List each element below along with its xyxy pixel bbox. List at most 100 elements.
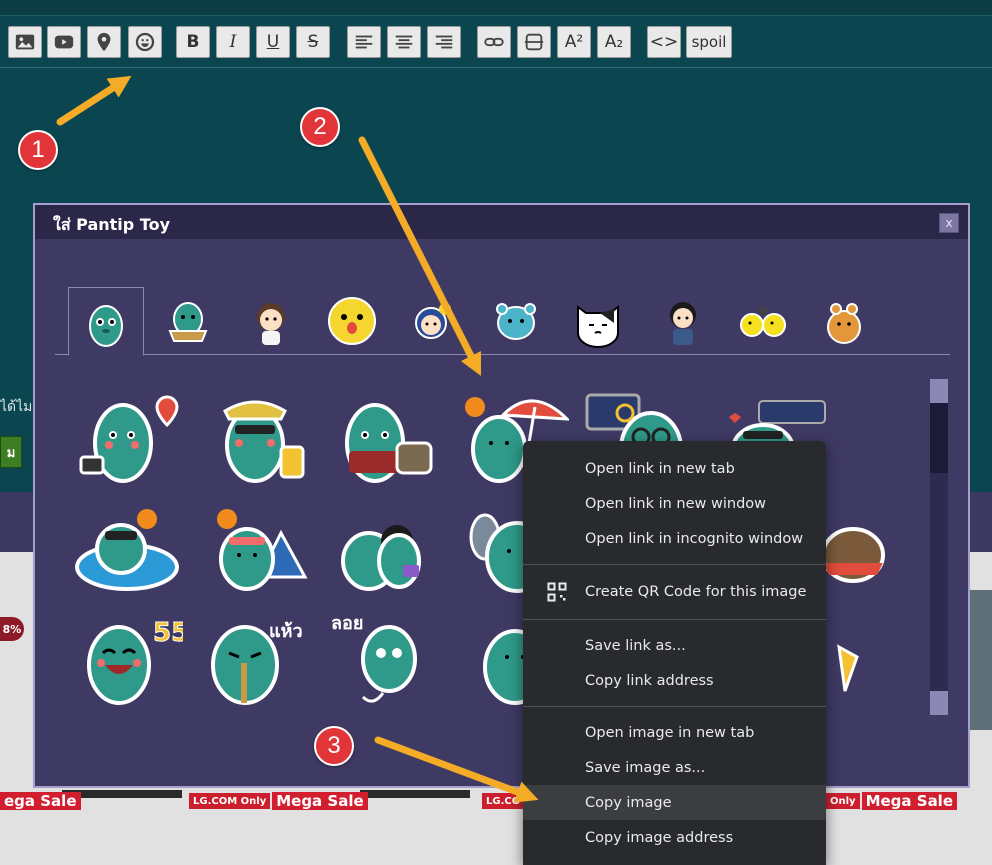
menu-separator xyxy=(523,619,826,620)
close-button[interactable]: x xyxy=(939,213,959,233)
sticker-yellow-item xyxy=(837,644,859,692)
sticker-set-tab-1[interactable] xyxy=(68,287,144,356)
menu-save-image-as[interactable]: Save image as... xyxy=(523,750,826,785)
blue-bear-icon xyxy=(496,303,536,340)
subscript-icon: A₂ xyxy=(604,32,624,52)
horizontal-rule-button[interactable] xyxy=(517,26,551,58)
sticker-set-tab-2[interactable] xyxy=(150,287,226,355)
scroll-down-button[interactable] xyxy=(930,691,948,715)
scroll-thumb[interactable] xyxy=(930,403,948,473)
product-shadow xyxy=(360,790,470,798)
sticker-set-tab-3[interactable] xyxy=(233,287,309,355)
align-left-icon xyxy=(355,35,373,49)
green-character-icon xyxy=(89,304,123,347)
sticker-text-haew: แห้ว xyxy=(269,621,303,642)
step-badge-3: 3 xyxy=(314,726,354,766)
boy-icon xyxy=(670,302,696,345)
pantip-toy-dialog: ใส่ Pantip Toy x 55 แห้ว ลอย xyxy=(33,203,970,788)
sticker[interactable] xyxy=(815,605,935,713)
align-center-icon xyxy=(395,35,413,49)
insert-video-button[interactable] xyxy=(47,26,81,58)
sticker-set-tab-6[interactable] xyxy=(478,287,554,355)
step-badge-1: 1 xyxy=(18,130,58,170)
yellow-chicks-icon xyxy=(740,307,786,337)
promo-lg: LG.CO xyxy=(482,793,525,809)
sticker-suitcase-hat xyxy=(223,400,305,483)
menu-copy-image[interactable]: Copy image xyxy=(523,785,826,820)
subscript-button[interactable]: A₂ xyxy=(597,26,631,58)
strikethrough-button[interactable]: S xyxy=(296,26,330,58)
sticker[interactable] xyxy=(67,495,187,603)
code-icon: <> xyxy=(649,32,679,52)
menu-create-qr-code[interactable]: Create QR Code for this image xyxy=(523,573,826,611)
align-center-button[interactable] xyxy=(387,26,421,58)
sticker[interactable] xyxy=(195,385,315,493)
sticker-text-loy: ลอย xyxy=(331,613,363,634)
sticker[interactable] xyxy=(323,385,443,493)
link-icon xyxy=(484,37,504,47)
promo-badge: LG.COM Only Mega Sale xyxy=(189,792,368,810)
scroll-up-button[interactable] xyxy=(930,379,948,403)
promo-lg: LG.COM Only xyxy=(189,793,271,809)
sticker-set-tab-4[interactable] xyxy=(314,287,390,355)
underline-icon: U xyxy=(266,32,280,52)
menu-copy-image-address[interactable]: Copy image address xyxy=(523,820,826,855)
sticker-mountain-hiker xyxy=(217,509,308,591)
insert-emoticon-button[interactable] xyxy=(128,26,162,58)
align-left-button[interactable] xyxy=(347,26,381,58)
side-text: ได้ไม xyxy=(0,399,33,415)
sticker-set-tab-9[interactable] xyxy=(725,287,801,355)
bold-button[interactable]: B xyxy=(176,26,210,58)
sticker[interactable]: 55 xyxy=(67,605,187,713)
menu-create-qr-code-label: Create QR Code for this image xyxy=(585,584,807,600)
sticker-traveler-camera xyxy=(79,395,179,483)
insert-image-button[interactable] xyxy=(8,26,42,58)
discount-badge: 8% xyxy=(0,617,24,641)
sticker[interactable] xyxy=(195,495,315,603)
align-right-button[interactable] xyxy=(427,26,461,58)
bold-icon: B xyxy=(186,32,200,52)
sticker-couple-photo xyxy=(341,525,421,591)
menu-open-link-new-window[interactable]: Open link in new window xyxy=(523,486,826,521)
promo-mega: Mega Sale xyxy=(272,792,368,810)
sticker-set-tab-10[interactable] xyxy=(806,287,882,355)
italic-icon: I xyxy=(229,32,237,52)
editor-toolbar: B I U S A² A₂ <> spoil xyxy=(0,16,992,68)
map-pin-icon xyxy=(97,32,111,52)
promo-mega: ega Sale xyxy=(0,792,81,810)
promo-mega: Mega Sale xyxy=(861,792,957,810)
top-strip xyxy=(0,0,992,16)
sticker-set-tab-5[interactable] xyxy=(395,287,471,355)
promo-badge: LG.CO xyxy=(482,792,525,810)
code-button[interactable]: <> xyxy=(647,26,681,58)
side-submit-button[interactable]: ม xyxy=(0,436,22,468)
promo-lg: Only xyxy=(826,793,860,809)
sticker[interactable] xyxy=(815,495,935,603)
menu-open-image-new-tab[interactable]: Open image in new tab xyxy=(523,715,826,750)
sticker[interactable] xyxy=(323,495,443,603)
sticker-set-tab-8[interactable] xyxy=(645,287,721,355)
sticker[interactable]: แห้ว xyxy=(195,605,315,713)
menu-copy-link-address[interactable]: Copy link address xyxy=(523,663,826,698)
spoiler-button[interactable]: spoil xyxy=(686,26,732,58)
orange-bear-icon xyxy=(827,303,861,344)
sticker-sad-stick: แห้ว xyxy=(211,621,303,705)
menu-open-link-incognito[interactable]: Open link in incognito window xyxy=(523,521,826,556)
sticker-set-tab-7[interactable] xyxy=(560,287,636,355)
insert-location-button[interactable] xyxy=(87,26,121,58)
menu-open-link-new-tab[interactable]: Open link in new tab xyxy=(523,451,826,486)
italic-button[interactable]: I xyxy=(216,26,250,58)
sticker[interactable] xyxy=(67,385,187,493)
sticker-text-55: 55 xyxy=(153,618,183,648)
sticker[interactable]: ลอย xyxy=(323,605,443,713)
menu-separator xyxy=(523,564,826,565)
align-right-icon xyxy=(435,35,453,49)
link-button[interactable] xyxy=(477,26,511,58)
yellow-face-icon xyxy=(328,297,376,345)
menu-save-link-as[interactable]: Save link as... xyxy=(523,628,826,663)
superscript-button[interactable]: A² xyxy=(557,26,591,58)
smiley-icon xyxy=(135,32,155,52)
sticker-laughing-55: 55 xyxy=(87,618,183,705)
underline-button[interactable]: U xyxy=(256,26,290,58)
promo-badge: Only Mega Sale xyxy=(826,792,957,810)
